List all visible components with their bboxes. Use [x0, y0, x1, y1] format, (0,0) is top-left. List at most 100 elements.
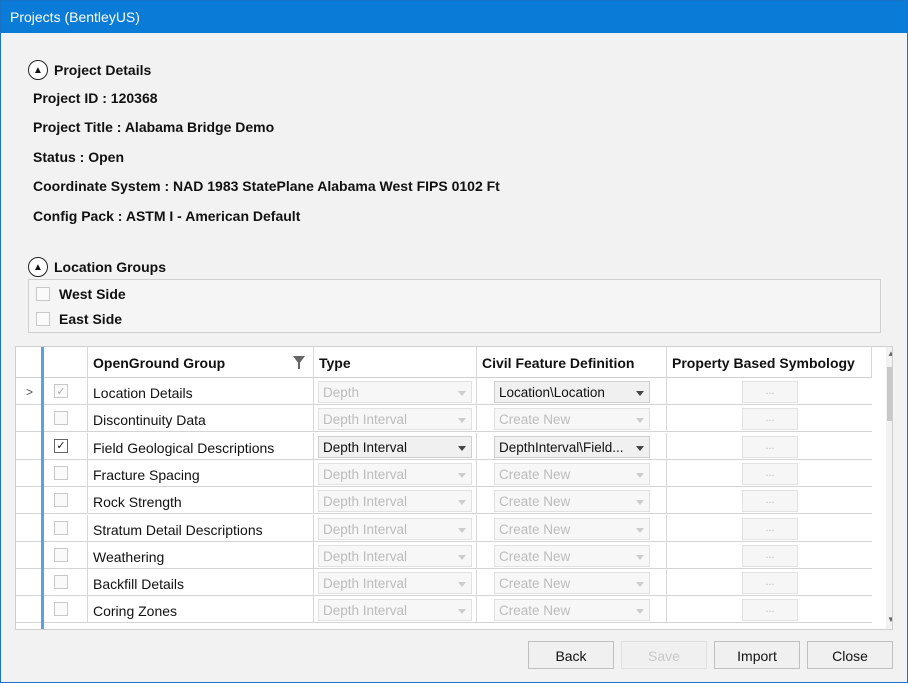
location-groups-box: West Side East Side: [28, 279, 881, 333]
row-header-cell[interactable]: >: [16, 378, 44, 405]
type-dropdown[interactable]: Depth Interval: [318, 435, 472, 458]
table-row[interactable]: Fracture Spacing Depth Interval Create New…: [16, 459, 872, 487]
row-header-cell[interactable]: [16, 596, 44, 624]
civil-feature-dropdown[interactable]: Create New: [494, 462, 650, 485]
row-checkbox[interactable]: [54, 411, 68, 426]
chevron-down-icon: [458, 582, 466, 588]
checkbox[interactable]: [36, 287, 50, 301]
status-label: Status :: [33, 149, 85, 165]
location-groups-header[interactable]: ▲ Location Groups: [28, 257, 166, 277]
row-checkbox[interactable]: [54, 520, 68, 535]
row-checkbox[interactable]: ✓: [54, 438, 68, 453]
symbology-button[interactable]: ...: [742, 381, 798, 403]
projects-dialog: Projects (BentleyUS) ▲ Project Details P…: [0, 0, 908, 683]
row-checkbox[interactable]: [54, 547, 68, 562]
chevron-down-icon: [636, 582, 644, 588]
close-button[interactable]: Close: [807, 641, 893, 669]
type-dropdown[interactable]: Depth Interval: [318, 490, 472, 513]
save-button[interactable]: Save: [621, 641, 707, 669]
project-title-value: Alabama Bridge Demo: [124, 119, 275, 135]
symbology-cell: ...: [667, 596, 872, 623]
table-row[interactable]: Weathering Depth Interval Create New...: [16, 541, 872, 569]
row-checkbox[interactable]: ✓: [54, 384, 68, 398]
chevron-down-icon: [458, 445, 466, 451]
row-checkbox[interactable]: [54, 575, 68, 590]
civil-feature-dropdown[interactable]: Create New: [494, 517, 650, 540]
chevron-down-icon: [458, 554, 466, 560]
symbology-button[interactable]: ...: [742, 408, 798, 431]
row-checkbox[interactable]: [54, 602, 68, 617]
vertical-scrollbar[interactable]: ▲ ▼: [886, 347, 892, 629]
row-header-cell[interactable]: [16, 487, 44, 515]
civil-feature-dropdown[interactable]: DepthInterval\Field...: [494, 435, 650, 458]
column-header-opengroundgroup[interactable]: OpenGround Group: [88, 347, 314, 378]
civil-feature-dropdown[interactable]: Create New: [494, 490, 650, 513]
symbology-cell: ...: [667, 378, 872, 405]
type-value: Depth Interval: [323, 412, 408, 428]
symbology-button[interactable]: ...: [742, 517, 798, 540]
scroll-up-icon[interactable]: ▲: [887, 349, 892, 358]
symbology-button[interactable]: ...: [742, 544, 798, 567]
scroll-thumb[interactable]: [887, 367, 892, 421]
symbology-button[interactable]: ...: [742, 490, 798, 513]
type-dropdown[interactable]: Depth Interval: [318, 517, 472, 540]
table-row[interactable]: Rock Strength Depth Interval Create New...: [16, 487, 872, 515]
type-dropdown[interactable]: Depth Interval: [318, 544, 472, 567]
civil-feature-cell: Create New: [477, 514, 667, 542]
type-dropdown[interactable]: Depth Interval: [318, 572, 472, 595]
civil-feature-dropdown[interactable]: Create New: [494, 599, 650, 622]
grid-row-indicator-bar: [41, 347, 44, 629]
import-button[interactable]: Import: [714, 641, 800, 669]
row-checkbox[interactable]: [54, 465, 68, 480]
civil-feature-value: Create New: [499, 494, 571, 510]
filter-icon[interactable]: [293, 356, 305, 369]
column-header-symbology[interactable]: Property Based Symbology: [667, 347, 872, 378]
civil-feature-dropdown[interactable]: Create New: [494, 544, 650, 567]
civil-feature-dropdown[interactable]: Location\Location: [494, 381, 650, 403]
civil-feature-value: DepthInterval\Field...: [499, 439, 624, 455]
type-value: Depth Interval: [323, 548, 408, 564]
table-row[interactable]: Discontinuity Data Depth Interval Create N…: [16, 405, 872, 433]
scroll-down-icon[interactable]: ▼: [887, 615, 892, 624]
column-header-label: Type: [319, 355, 351, 371]
column-header-civil-feature[interactable]: Civil Feature Definition: [477, 347, 667, 378]
row-header-cell[interactable]: [16, 569, 44, 597]
project-title-label: Project Title :: [33, 119, 122, 135]
collapse-up-icon[interactable]: ▲: [28, 60, 48, 80]
type-dropdown[interactable]: Depth Interval: [318, 462, 472, 485]
row-header-cell[interactable]: [16, 432, 44, 460]
chevron-down-icon: [636, 391, 644, 396]
checkbox[interactable]: [36, 312, 50, 326]
row-checkbox[interactable]: [54, 493, 68, 508]
back-button[interactable]: Back: [528, 641, 614, 669]
table-row[interactable]: Coring Zones Depth Interval Create New...: [16, 596, 872, 624]
type-dropdown[interactable]: Depth: [318, 381, 472, 403]
table-row[interactable]: Backfill Details Depth Interval Create New…: [16, 569, 872, 597]
type-dropdown[interactable]: Depth Interval: [318, 408, 472, 431]
symbology-button[interactable]: ...: [742, 435, 798, 458]
location-group-west-side[interactable]: West Side: [36, 286, 126, 302]
row-header-cell[interactable]: [16, 541, 44, 569]
symbology-button[interactable]: ...: [742, 599, 798, 622]
group-name-cell: Discontinuity Data: [88, 405, 314, 433]
type-dropdown[interactable]: Depth Interval: [318, 599, 472, 622]
table-row[interactable]: ✓ Field Geological Descriptions Depth Inte…: [16, 432, 872, 460]
table-row[interactable]: Stratum Detail Descriptions Depth Interva…: [16, 514, 872, 542]
symbology-button[interactable]: ...: [742, 572, 798, 595]
location-group-label: East Side: [59, 311, 123, 327]
collapse-up-icon[interactable]: ▲: [28, 257, 48, 277]
config-pack-row: Config Pack : ASTM I - American Default: [33, 208, 300, 224]
location-group-east-side[interactable]: East Side: [36, 311, 122, 327]
symbology-button[interactable]: ...: [742, 462, 798, 485]
project-details-header[interactable]: ▲ Project Details: [28, 60, 151, 80]
group-name-cell: Stratum Detail Descriptions: [88, 514, 314, 542]
civil-feature-dropdown[interactable]: Create New: [494, 408, 650, 431]
row-header-cell[interactable]: [16, 459, 44, 487]
civil-feature-dropdown[interactable]: Create New: [494, 572, 650, 595]
row-header-cell[interactable]: [16, 514, 44, 542]
column-header-type[interactable]: Type: [314, 347, 477, 378]
table-row[interactable]: > ✓ Location Details Depth Location\Location…: [16, 378, 872, 405]
type-cell: Depth Interval: [314, 459, 477, 487]
symbology-cell: ...: [667, 515, 872, 542]
row-header-cell[interactable]: [16, 405, 44, 433]
